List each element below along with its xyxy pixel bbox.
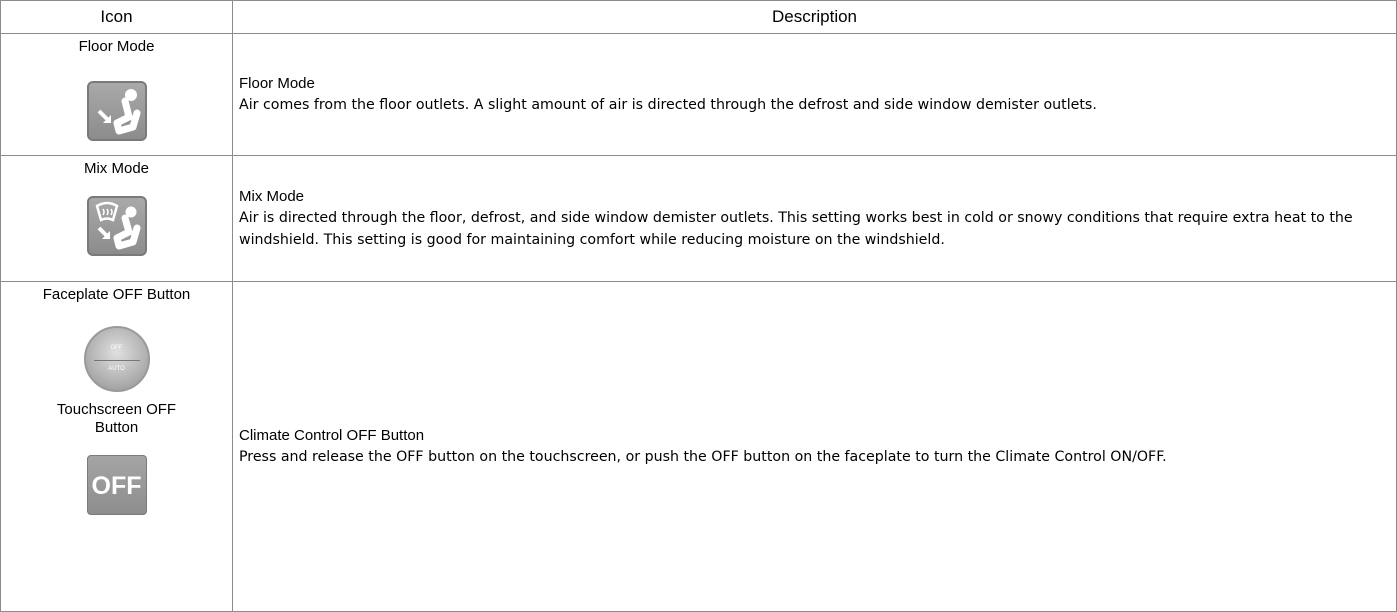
- table-header-row: Icon Description: [0, 0, 1397, 34]
- description-title: Mix Mode: [239, 187, 305, 205]
- header-description: Description: [232, 0, 1397, 34]
- description-cell: Floor Mode Air comes from the floor outl…: [232, 33, 1397, 156]
- description-cell: Mix Mode Air is directed through the flo…: [232, 155, 1397, 282]
- icon-cell: Mix Mode: [0, 155, 233, 282]
- description-text: Air is directed through the floor, defro…: [239, 210, 1353, 248]
- icon-label: Touchscreen OFF Button: [56, 401, 177, 436]
- faceplate-off-knob-icon: OFF AUTO: [83, 326, 150, 392]
- table-row: Mix Mode Mix Mode Air is directed throug…: [0, 155, 1397, 282]
- icon-label: Mix Mode: [83, 160, 150, 177]
- icon-cell: Faceplate OFF Button OFF AUTO Touchscree…: [0, 281, 233, 612]
- description-title: Floor Mode: [239, 74, 315, 92]
- description-title: Climate Control OFF Button: [239, 426, 425, 444]
- table-row: Faceplate OFF Button OFF AUTO Touchscree…: [0, 281, 1397, 612]
- header-icon: Icon: [0, 0, 233, 34]
- icon-label: Floor Mode: [78, 38, 155, 55]
- icon-label: Faceplate OFF Button: [42, 286, 191, 303]
- touchscreen-off-button-icon: OFF: [86, 455, 147, 515]
- description-text: Air comes from the floor outlets. A slig…: [239, 97, 1097, 113]
- mix-mode-icon: [86, 196, 147, 256]
- table-row: Floor Mode Floor Mode Air comes from the…: [0, 33, 1397, 156]
- knob-auto-label: AUTO: [108, 366, 125, 372]
- description-text: Press and release the OFF button on the …: [239, 449, 1167, 465]
- floor-mode-icon: [86, 81, 147, 141]
- description-cell: Climate Control OFF Button Press and rel…: [232, 281, 1397, 612]
- icon-cell: Floor Mode: [0, 33, 233, 156]
- reference-table: Icon Description Floor Mode Floor Mode A…: [0, 0, 1397, 612]
- knob-off-label: OFF: [110, 345, 123, 351]
